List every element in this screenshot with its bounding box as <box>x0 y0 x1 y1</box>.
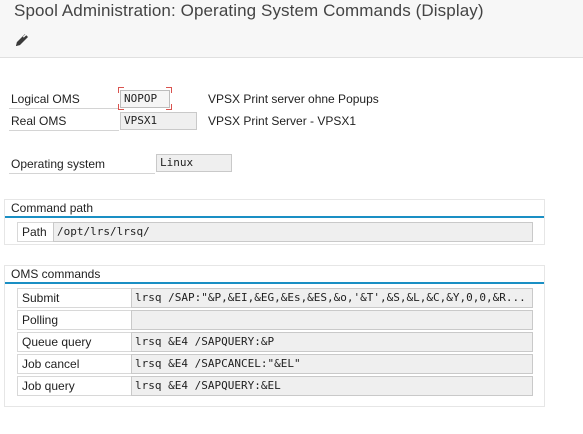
real-oms-field[interactable]: VPSX1 <box>120 112 197 130</box>
logical-oms-label: Logical OMS <box>11 92 80 106</box>
path-field[interactable]: /opt/lrs/lrsq/ <box>53 222 533 242</box>
submit-label: Submit <box>17 288 131 308</box>
oms-commands-group: OMS commands Submit lrsq /SAP:"&P,&EI,&E… <box>4 265 545 407</box>
job-cancel-label: Job cancel <box>17 354 131 374</box>
queue-query-label: Queue query <box>17 332 131 352</box>
queue-query-field[interactable]: lrsq &E4 /SAPQUERY:&P <box>131 332 533 352</box>
submit-field[interactable]: lrsq /SAP:"&P,&EI,&EG,&Es,&ES,&o,'&T',&S… <box>131 288 533 308</box>
focus-corner-br <box>166 104 172 110</box>
main-content: Logical OMS NOPOP VPSX Print server ohne… <box>0 58 583 434</box>
command-path-title: Command path <box>11 201 94 215</box>
logical-oms-field[interactable]: NOPOP <box>120 90 170 108</box>
pencil-icon <box>13 31 31 52</box>
focus-corner-tl <box>118 87 124 93</box>
job-query-label: Job query <box>17 376 131 396</box>
job-query-field[interactable]: lrsq &E4 /SAPQUERY:&EL <box>131 376 533 396</box>
polling-field[interactable] <box>131 310 533 330</box>
operating-system-field[interactable]: Linux <box>156 154 232 172</box>
title-bar: Spool Administration: Operating System C… <box>0 0 583 26</box>
logical-oms-description: VPSX Print server ohne Popups <box>208 92 379 106</box>
polling-label: Polling <box>17 310 131 330</box>
real-oms-description: VPSX Print Server - VPSX1 <box>208 114 357 128</box>
focus-corner-tr <box>166 87 172 93</box>
page-title: Spool Administration: Operating System C… <box>14 1 484 20</box>
job-cancel-field[interactable]: lrsq &E4 /SAPCANCEL:"&EL" <box>131 354 533 374</box>
focus-corner-bl <box>118 104 124 110</box>
oms-commands-header: OMS commands <box>5 266 544 284</box>
toolbar <box>0 26 583 58</box>
real-oms-label: Real OMS <box>11 114 67 128</box>
operating-system-label: Operating system <box>11 157 106 171</box>
oms-commands-title: OMS commands <box>11 267 101 281</box>
command-path-header: Command path <box>5 200 544 218</box>
path-label: Path <box>17 222 53 242</box>
command-path-group: Command path Path /opt/lrs/lrsq/ <box>4 199 545 245</box>
edit-button[interactable] <box>9 29 35 53</box>
